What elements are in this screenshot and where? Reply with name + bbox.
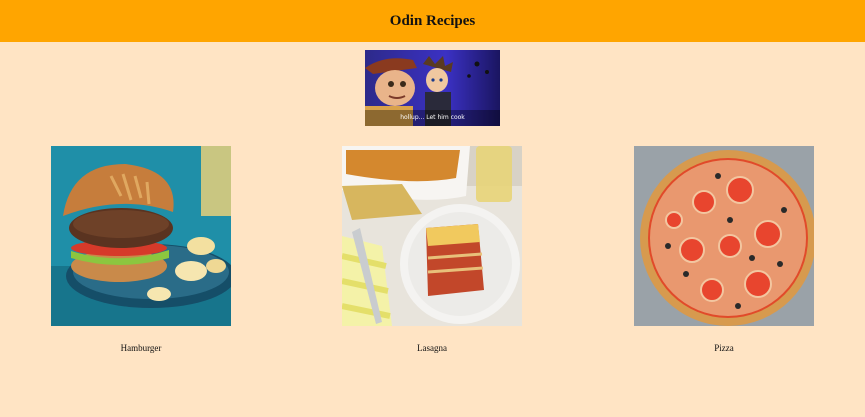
pizza-caption: Pizza <box>714 343 734 353</box>
meme-caption: hollup... Let him cook <box>400 114 465 121</box>
pizza-image <box>634 146 814 326</box>
page-header: Odin Recipes <box>0 0 865 42</box>
hamburger-image <box>51 146 231 326</box>
hamburger-caption: Hamburger <box>120 343 162 353</box>
page-title: Odin Recipes <box>389 12 476 29</box>
lasagna-image <box>342 146 522 326</box>
meme-image: hollup... Let him cook <box>365 50 500 126</box>
lasagna-caption: Lasagna <box>417 343 447 353</box>
